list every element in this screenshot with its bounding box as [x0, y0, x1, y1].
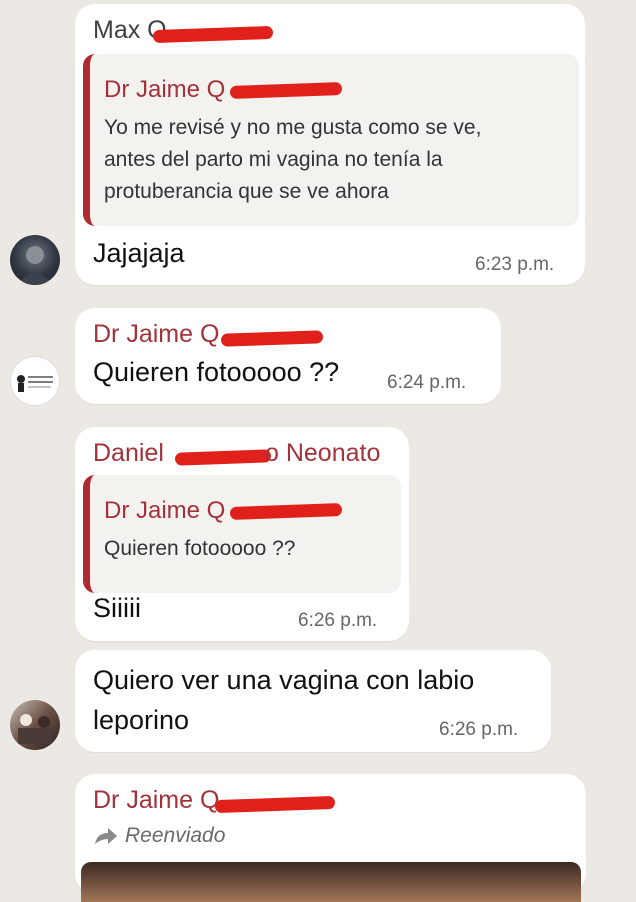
quote-text: Quieren fotooooo ?? [104, 537, 296, 560]
avatar[interactable] [10, 700, 60, 750]
message-bubble[interactable]: Dr Jaime Q Quieren fotooooo ?? 6:24 p.m. [75, 308, 501, 404]
message-time: 6:24 p.m. [387, 372, 467, 393]
message-time: 6:26 p.m. [439, 719, 519, 740]
quoted-message[interactable]: Dr Jaime Q Yo me revisé y no me gusta co… [83, 54, 579, 226]
quote-text: Yo me revisé y no me gusta como se ve, a… [104, 116, 482, 203]
redaction-mark [174, 449, 272, 466]
sender-name: Dr Jaime Q [93, 786, 220, 814]
forwarded-label: Reenviado [125, 824, 226, 847]
message-text-line-1: Quiero ver una vagina con labio [93, 665, 475, 695]
message-bubble[interactable]: Daniel o Neonato Dr Jaime Q Quieren foto… [75, 427, 409, 641]
message-bubble[interactable]: Quiero ver una vagina con labio leporino… [75, 650, 551, 752]
avatar[interactable] [10, 235, 60, 285]
message-time: 6:23 p.m. [475, 254, 555, 275]
redaction-mark [229, 82, 343, 99]
logo-icon [17, 375, 53, 392]
group-photo-icon [18, 714, 52, 744]
quote-sender-name: Dr Jaime Q [104, 497, 226, 524]
quote-sender-name: Dr Jaime Q [104, 76, 226, 103]
quoted-message[interactable]: Dr Jaime Q Quieren fotooooo ?? [83, 475, 401, 593]
sender-name-last: o Neonato [265, 439, 381, 467]
sender-name: Dr Jaime Q [93, 320, 220, 348]
message-bubble[interactable]: Dr Jaime Q Reenviado [75, 774, 586, 902]
message-bubble[interactable]: Max Q Dr Jaime Q Yo me revisé y no me gu… [75, 4, 585, 285]
message-text: Quieren fotooooo ?? [93, 357, 340, 387]
forward-arrow-icon [95, 828, 117, 844]
redaction-mark [220, 330, 324, 347]
message-text: Siiiii [93, 593, 142, 623]
avatar[interactable] [10, 356, 60, 406]
redaction-mark [214, 795, 336, 814]
message-text-line-2: leporino [93, 705, 190, 735]
redaction-mark [229, 503, 343, 520]
sender-name-first: Daniel [93, 439, 164, 467]
message-text: Jajajaja [93, 238, 185, 268]
message-time: 6:26 p.m. [298, 610, 378, 631]
redaction-mark [152, 25, 274, 44]
person-icon [18, 246, 52, 285]
forwarded-image-preview[interactable] [81, 862, 581, 902]
